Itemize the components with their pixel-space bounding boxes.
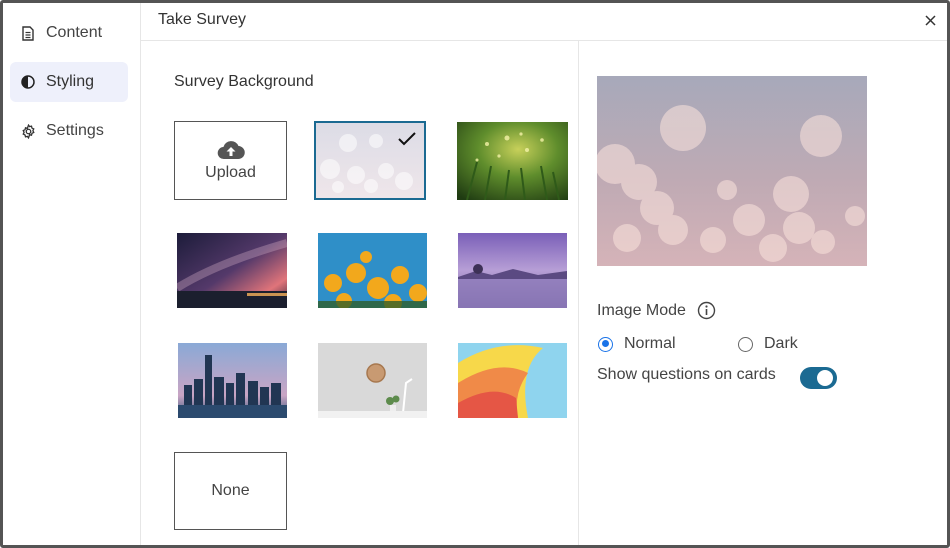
sidebar-item-label: Content	[46, 24, 103, 41]
show-questions-toggle[interactable]	[800, 367, 837, 389]
background-option-yellow-flowers[interactable]	[318, 233, 427, 308]
background-option-city-skyline[interactable]	[178, 343, 287, 418]
upload-label: Upload	[205, 163, 256, 181]
mode-dark-radio[interactable]: Dark	[738, 335, 798, 353]
flowers-thumbnail	[318, 233, 427, 308]
upload-button[interactable]: Upload	[174, 121, 287, 200]
image-mode-label: Image Mode	[597, 301, 716, 320]
none-option[interactable]: None	[174, 452, 287, 530]
background-option-grass-dew[interactable]	[457, 122, 568, 200]
section-title: Survey Background	[174, 73, 314, 90]
sidebar: Content Styling Settings	[3, 3, 141, 545]
milky-way-thumbnail	[177, 233, 287, 308]
background-panel: Survey Background Upload None	[141, 41, 579, 545]
close-icon	[924, 14, 936, 26]
show-questions-label: Show questions on cards	[597, 366, 776, 383]
page-title: Take Survey	[158, 11, 247, 28]
radio-indicator	[738, 336, 753, 352]
sidebar-item-settings[interactable]: Settings	[10, 111, 128, 151]
background-option-purple-lake[interactable]	[458, 233, 567, 308]
close-button[interactable]	[919, 9, 941, 31]
background-option-wall-clock-room[interactable]	[318, 343, 427, 418]
gear-icon	[20, 123, 36, 139]
room-thumbnail	[318, 343, 427, 418]
lake-thumbnail	[458, 233, 567, 308]
contrast-icon	[20, 74, 36, 90]
paper-curl-thumbnail	[458, 343, 567, 418]
radio-indicator	[598, 336, 613, 352]
check-icon	[398, 132, 416, 146]
document-icon	[20, 25, 36, 41]
mode-label: Normal	[624, 335, 676, 352]
sidebar-item-content[interactable]: Content	[10, 13, 128, 53]
background-preview	[597, 76, 867, 266]
sidebar-item-styling[interactable]: Styling	[10, 62, 128, 102]
info-icon[interactable]	[697, 301, 716, 320]
mode-normal-radio[interactable]: Normal	[598, 335, 676, 353]
background-option-paper-curl[interactable]	[458, 343, 567, 418]
survey-dialog: Content Styling Settings Take Survey Sur…	[0, 0, 950, 548]
mode-label: Dark	[764, 335, 798, 352]
background-option-bokeh[interactable]	[314, 121, 426, 200]
options-panel: Image Mode Normal Dark Show questions on…	[580, 41, 947, 545]
city-thumbnail	[178, 343, 287, 418]
sidebar-item-label: Styling	[46, 73, 95, 90]
image-mode-text: Image Mode	[597, 301, 686, 319]
none-label: None	[211, 482, 250, 499]
grass-thumbnail	[457, 122, 568, 200]
cloud-upload-icon	[217, 140, 245, 159]
dialog-header: Take Survey	[141, 3, 947, 41]
background-option-milky-way[interactable]	[177, 233, 287, 308]
sidebar-item-label: Settings	[46, 122, 104, 139]
